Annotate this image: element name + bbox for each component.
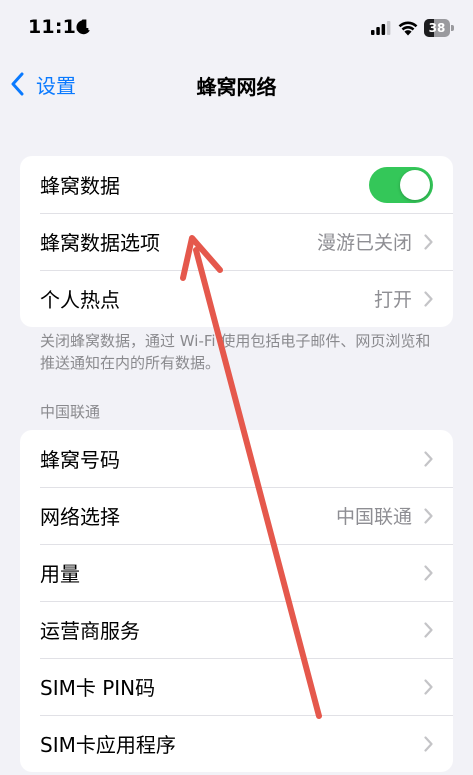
row-right: [424, 430, 433, 487]
roaming-status-value: 漫游已关闭: [316, 232, 412, 254]
usage-label: 用量: [40, 562, 80, 586]
sim-applications-row[interactable]: SIM卡应用程序: [20, 715, 453, 772]
carrier-services-row[interactable]: 运营商服务: [20, 601, 453, 658]
usage-row[interactable]: 用量: [20, 544, 453, 601]
cellular-data-options-label: 蜂窝数据选项: [40, 231, 160, 255]
chevron-right-icon: [424, 735, 433, 752]
chevron-right-icon: [424, 564, 433, 581]
network-selection-row[interactable]: 网络选择 中国联通: [20, 487, 453, 544]
chevron-right-icon: [424, 678, 433, 695]
row-right: [424, 544, 433, 601]
row-right: [424, 658, 433, 715]
sim-pin-row[interactable]: SIM卡 PIN码: [20, 658, 453, 715]
cellular-data-row: 蜂窝数据: [20, 156, 453, 213]
status-bar: 11:14 38: [0, 0, 473, 58]
personal-hotspot-label: 个人热点: [40, 288, 120, 312]
chevron-right-icon: [424, 290, 433, 307]
cellular-data-toggle[interactable]: [369, 167, 433, 203]
chevron-right-icon: [424, 507, 433, 524]
toggle-knob: [400, 170, 430, 200]
row-right: 打开: [374, 270, 433, 327]
chevron-right-icon: [424, 450, 433, 467]
hotspot-status-value: 打开: [373, 289, 412, 311]
battery-icon: 38: [424, 19, 454, 37]
battery-cap: [451, 25, 454, 31]
network-selection-value: 中国联通: [335, 506, 412, 528]
sim-applications-label: SIM卡应用程序: [40, 733, 176, 757]
cellular-number-row[interactable]: 蜂窝号码: [20, 430, 453, 487]
cellular-signal-icon: [371, 21, 391, 35]
row-right: [424, 601, 433, 658]
battery-percent: 38: [428, 21, 446, 35]
chevron-right-icon: [424, 621, 433, 638]
row-right: [424, 715, 433, 772]
wifi-icon: [398, 21, 418, 36]
moon-icon: [76, 20, 90, 35]
row-right: 中国联通: [336, 487, 433, 544]
carrier-section-header: 中国联通: [40, 403, 101, 421]
battery-body: 38: [424, 19, 450, 37]
cellular-data-options-row[interactable]: 蜂窝数据选项 漫游已关闭: [20, 213, 453, 270]
cellular-settings-group: 蜂窝数据 蜂窝数据选项 漫游已关闭 个人热点 打开: [20, 156, 453, 327]
cellular-number-label: 蜂窝号码: [40, 448, 120, 472]
nav-bar: 设置 蜂窝网络: [0, 58, 473, 110]
chevron-right-icon: [424, 233, 433, 250]
row-right: 漫游已关闭: [317, 213, 433, 270]
sim-pin-label: SIM卡 PIN码: [40, 676, 156, 700]
cellular-data-label: 蜂窝数据: [40, 174, 120, 198]
network-selection-label: 网络选择: [40, 505, 120, 529]
personal-hotspot-row[interactable]: 个人热点 打开: [20, 270, 453, 327]
cellular-data-footer-note: 关闭蜂窝数据，通过 Wi-Fi 使用包括电子邮件、网页浏览和推送通知在内的所有数…: [40, 332, 431, 372]
carrier-settings-group: 蜂窝号码 网络选择 中国联通 用量 运营商服务 SIM卡 PIN码 SIM卡应用…: [20, 430, 453, 772]
page-title: 蜂窝网络: [196, 75, 277, 99]
carrier-services-label: 运营商服务: [40, 619, 140, 643]
